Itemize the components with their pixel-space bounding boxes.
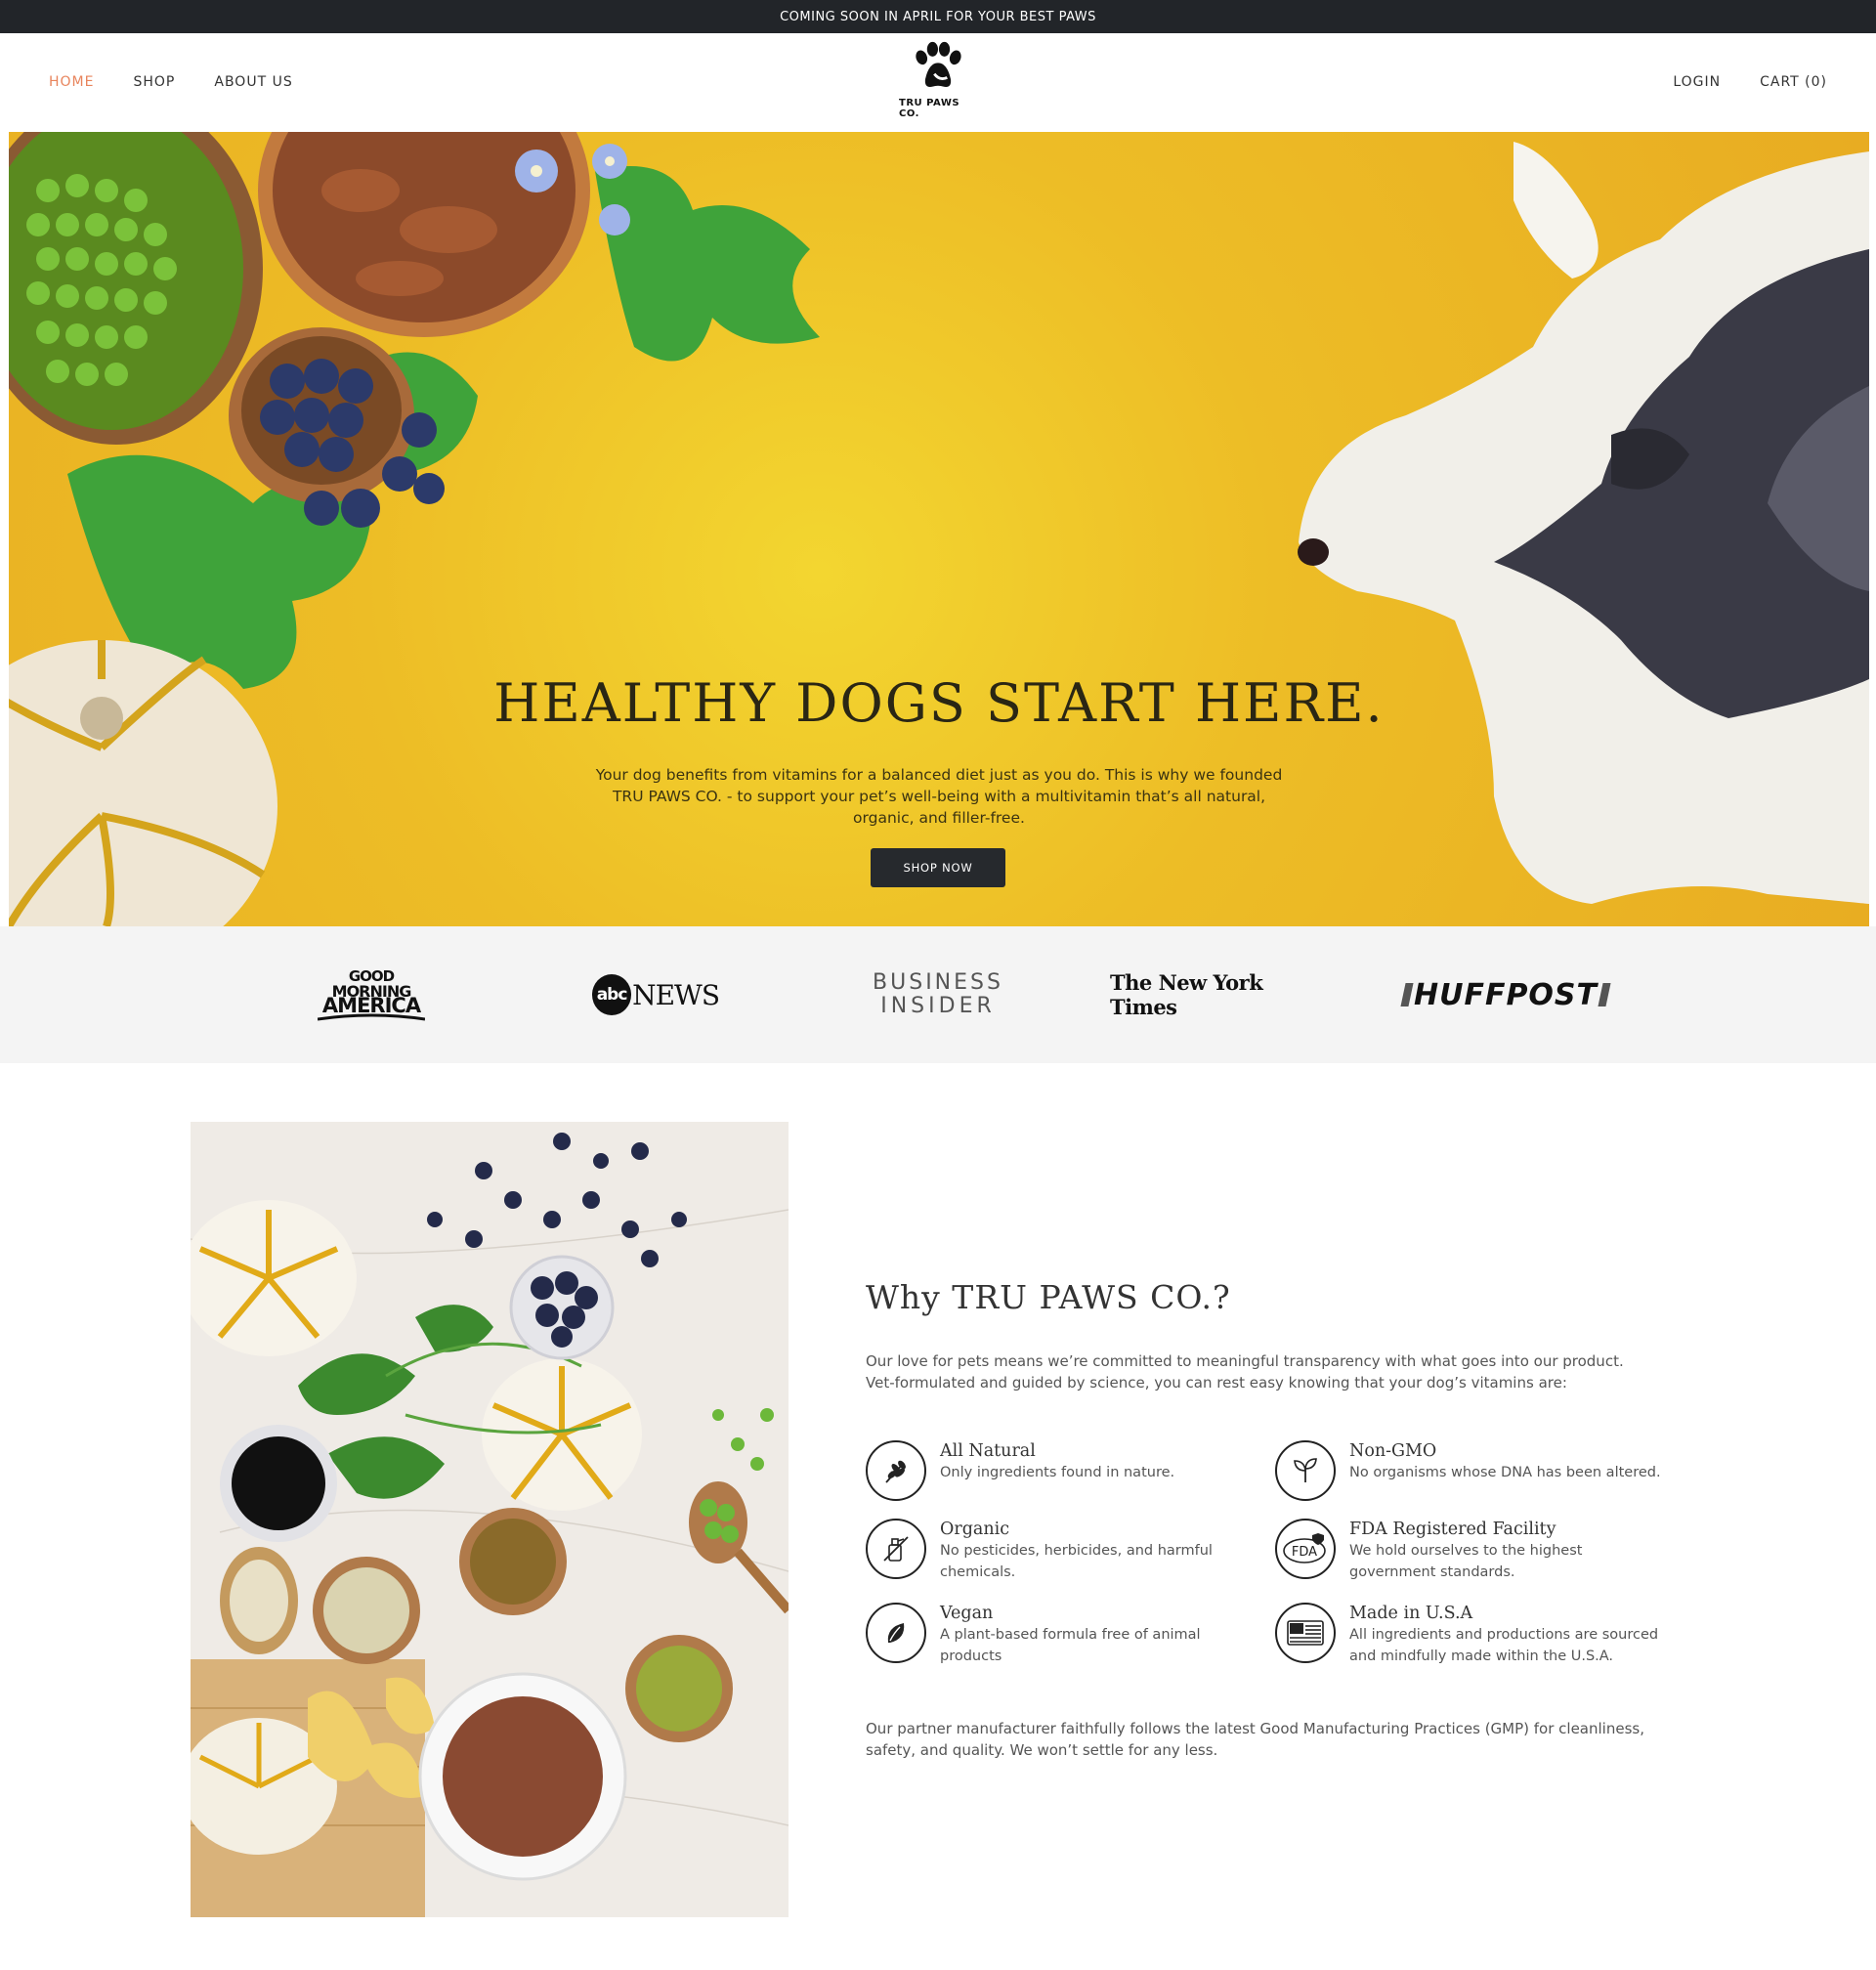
nav-login[interactable]: LOGIN bbox=[1673, 74, 1721, 90]
huffpost-logo[interactable]: HUFFPOST bbox=[1400, 965, 1611, 1024]
nav-cart[interactable]: CART (0) bbox=[1760, 74, 1827, 90]
gma-line-3: AMERICA bbox=[321, 993, 421, 1017]
abc-circle: abc bbox=[592, 974, 632, 1015]
sprout-icon bbox=[1275, 1440, 1336, 1501]
gmp-statement: Our partner manufacturer faithfully foll… bbox=[866, 1720, 1644, 1759]
abc-news-logo[interactable]: abc NEWS bbox=[592, 965, 720, 1024]
hero-description: Your dog benefits from vitamins for a ba… bbox=[595, 766, 1283, 827]
logo-text: TRU PAWS CO. bbox=[899, 98, 960, 119]
paw-logo-icon bbox=[916, 41, 961, 87]
feature-non-gmo: Non-GMO No organisms whose DNA has been … bbox=[1275, 1440, 1705, 1501]
huffpost-text: HUFFPOST bbox=[1413, 977, 1598, 1012]
nyt-logo[interactable]: The New York Times bbox=[1110, 965, 1333, 1024]
fda-icon: FDA bbox=[1275, 1519, 1336, 1579]
fda-icon-text: FDA bbox=[1292, 1545, 1317, 1560]
feature-title: All Natural bbox=[940, 1441, 1036, 1461]
feature-organic: Organic No pesticides, herbicides, and h… bbox=[866, 1519, 1237, 1583]
huffpost-bar-right bbox=[1598, 983, 1611, 1006]
gma-logo[interactable]: GOOD MORNING AMERICA bbox=[313, 965, 430, 1024]
bi-line-1: BUSINESS bbox=[873, 970, 1003, 995]
feature-fda: FDA FDA Registered Facility We hold ours… bbox=[1275, 1519, 1705, 1583]
announcement-text: COMING SOON IN APRIL FOR YOUR BEST PAWS bbox=[780, 9, 1096, 24]
nav-about-us[interactable]: ABOUT US bbox=[214, 74, 292, 90]
feature-title: Made in U.S.A bbox=[1349, 1604, 1473, 1623]
feature-desc: We hold ourselves to the highest governm… bbox=[1349, 1543, 1583, 1580]
site-header: HOME SHOP ABOUT US TRU PAWS CO. LOGIN CA… bbox=[0, 33, 1876, 132]
why-intro: Our love for pets means we’re committed … bbox=[866, 1352, 1624, 1392]
huffpost-bar-left bbox=[1400, 983, 1414, 1006]
account-nav: LOGIN CART (0) bbox=[1673, 74, 1827, 90]
feature-title: Non-GMO bbox=[1349, 1441, 1437, 1461]
abc-news-text: NEWS bbox=[632, 978, 720, 1011]
press-logos-bar: GOOD MORNING AMERICA abc NEWS BUSINESS I… bbox=[0, 926, 1876, 1063]
feature-made-in-usa: Made in U.S.A All ingredients and produc… bbox=[1275, 1603, 1705, 1667]
feature-desc: No organisms whose DNA has been altered. bbox=[1349, 1465, 1661, 1480]
feature-desc: Only ingredients found in nature. bbox=[940, 1465, 1175, 1480]
site-logo[interactable]: TRU PAWS CO. bbox=[899, 41, 977, 119]
business-insider-logo[interactable]: BUSINESS INSIDER bbox=[865, 965, 1011, 1024]
announcement-bar: COMING SOON IN APRIL FOR YOUR BEST PAWS bbox=[0, 0, 1876, 33]
leaf-icon bbox=[866, 1603, 926, 1663]
why-title: Why TRU PAWS CO.? bbox=[866, 1278, 1231, 1316]
gma-swoosh-icon bbox=[318, 1013, 425, 1020]
shop-now-button[interactable]: SHOP NOW bbox=[871, 848, 1005, 887]
feature-all-natural: All Natural Only ingredients found in na… bbox=[866, 1440, 1237, 1501]
feature-desc: A plant-based formula free of animal pro… bbox=[940, 1627, 1201, 1664]
feature-title: FDA Registered Facility bbox=[1349, 1520, 1556, 1539]
spray-icon bbox=[866, 1519, 926, 1579]
feature-desc: All ingredients and productions are sour… bbox=[1349, 1627, 1659, 1664]
nav-shop[interactable]: SHOP bbox=[133, 74, 175, 90]
wheat-icon bbox=[866, 1440, 926, 1501]
feature-title: Organic bbox=[940, 1520, 1010, 1539]
feature-desc: No pesticides, herbicides, and harmful c… bbox=[940, 1543, 1213, 1580]
feature-title: Vegan bbox=[940, 1604, 994, 1623]
ingredients-image bbox=[191, 1122, 789, 1917]
hero-title: HEALTHY DOGS START HERE. bbox=[493, 672, 1385, 734]
main-nav: HOME SHOP ABOUT US bbox=[49, 74, 293, 90]
bi-line-2: INSIDER bbox=[880, 994, 996, 1018]
nyt-text: The New York Times bbox=[1110, 970, 1263, 1019]
feature-vegan: Vegan A plant-based formula free of anim… bbox=[866, 1603, 1237, 1667]
flag-icon bbox=[1275, 1603, 1336, 1663]
hero-banner: HEALTHY DOGS START HERE. Your dog benefi… bbox=[9, 132, 1869, 926]
ingredients-photo bbox=[191, 1122, 789, 1917]
nav-home[interactable]: HOME bbox=[49, 74, 94, 90]
